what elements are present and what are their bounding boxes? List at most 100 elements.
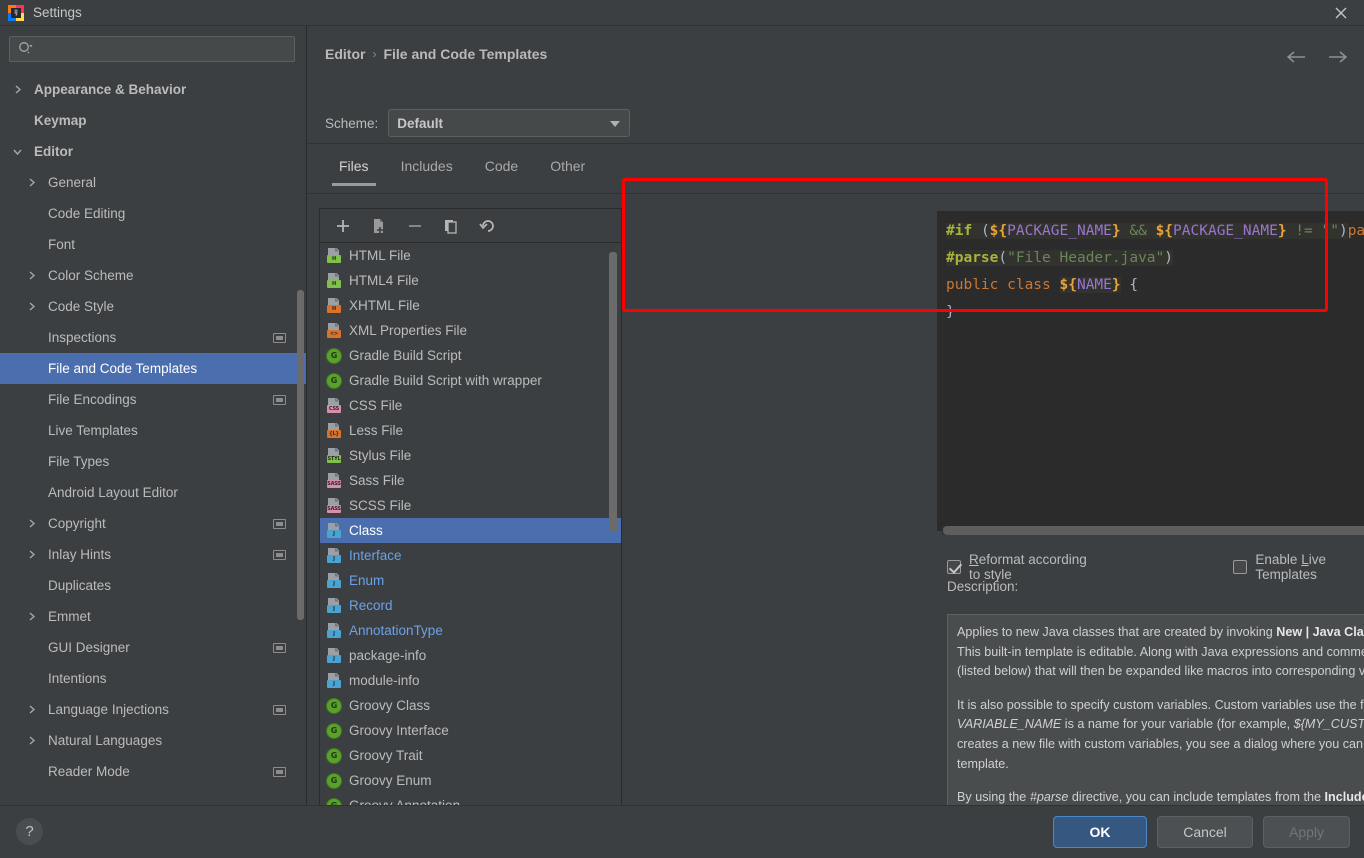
search-input[interactable] — [39, 42, 288, 57]
template-list-item[interactable]: STYLStylus File — [320, 443, 621, 468]
java-file-icon: J — [326, 548, 342, 564]
tab-code[interactable]: Code — [469, 148, 534, 186]
arrow-right-icon[interactable] — [1326, 46, 1350, 68]
editor-hscrollbar-thumb[interactable] — [943, 526, 1364, 535]
sidebar-item-appearance-behavior[interactable]: Appearance & Behavior — [0, 74, 306, 105]
sidebar-item-intentions[interactable]: Intentions — [0, 663, 306, 694]
sidebar-item-duplicates[interactable]: Duplicates — [0, 570, 306, 601]
sidebar-item-emmet[interactable]: Emmet — [0, 601, 306, 632]
breadcrumb-root[interactable]: Editor — [325, 46, 365, 62]
sidebar-item-inlay-hints[interactable]: Inlay Hints — [0, 539, 306, 570]
sidebar-item-live-templates[interactable]: Live Templates — [0, 415, 306, 446]
template-list[interactable]: HHTML FileHHTML4 FileHXHTML File<>XML Pr… — [319, 242, 622, 828]
sidebar-item-file-types[interactable]: File Types — [0, 446, 306, 477]
template-list-item[interactable]: JClass — [320, 518, 621, 543]
copy-template-icon[interactable] — [368, 215, 390, 237]
live-templates-checkbox[interactable]: Enable Live Templates — [1233, 552, 1364, 582]
question-mark-icon[interactable]: ? — [16, 818, 43, 845]
tab-other[interactable]: Other — [534, 148, 601, 186]
template-list-item[interactable]: HHTML4 File — [320, 268, 621, 293]
template-list-item[interactable]: JEnum — [320, 568, 621, 593]
template-tabs[interactable]: FilesIncludesCodeOther — [323, 148, 601, 186]
template-list-item[interactable]: GGroovy Trait — [320, 743, 621, 768]
sidebar-item-android-layout-editor[interactable]: Android Layout Editor — [0, 477, 306, 508]
template-list-item[interactable]: HXHTML File — [320, 293, 621, 318]
chevron-right-icon[interactable] — [24, 611, 38, 622]
description-panel[interactable]: Applies to new Java classes that are cre… — [947, 614, 1364, 827]
template-list-item[interactable]: SASSSCSS File — [320, 493, 621, 518]
sidebar-item-font[interactable]: Font — [0, 229, 306, 260]
sidebar-item-language-injections[interactable]: Language Injections — [0, 694, 306, 725]
sidebar-item-inspections[interactable]: Inspections — [0, 322, 306, 353]
sidebar-item-file-and-code-templates[interactable]: File and Code Templates — [0, 353, 306, 384]
template-list-item[interactable]: JInterface — [320, 543, 621, 568]
sidebar-item-reader-mode[interactable]: Reader Mode — [0, 756, 306, 787]
template-list-item-label: AnnotationType — [349, 623, 443, 638]
chevron-right-icon[interactable] — [24, 549, 38, 560]
cancel-button[interactable]: Cancel — [1157, 816, 1253, 848]
settings-content: Editor › File and Code Templates Scheme:… — [307, 26, 1364, 805]
plus-icon[interactable] — [332, 215, 354, 237]
sidebar-item-label: General — [48, 175, 96, 190]
settings-tree[interactable]: Appearance & Behavior KeymapEditor General… — [0, 74, 306, 804]
sidebar-item-natural-languages[interactable]: Natural Languages — [0, 725, 306, 756]
template-list-item[interactable]: JAnnotationType — [320, 618, 621, 643]
tab-files[interactable]: Files — [323, 148, 385, 186]
search-box[interactable] — [9, 36, 295, 62]
sidebar-item-general[interactable]: General — [0, 167, 306, 198]
sidebar-item-copyright[interactable]: Copyright — [0, 508, 306, 539]
duplicate-icon[interactable] — [440, 215, 462, 237]
template-list-item[interactable]: GGradle Build Script — [320, 343, 621, 368]
template-list-item[interactable]: SASSSass File — [320, 468, 621, 493]
template-list-item[interactable]: JRecord — [320, 593, 621, 618]
chevron-right-icon[interactable] — [24, 518, 38, 529]
sidebar-item-color-scheme[interactable]: Color Scheme — [0, 260, 306, 291]
sidebar-item-keymap[interactable]: Keymap — [0, 105, 306, 136]
sidebar-item-label: Appearance & Behavior — [34, 82, 186, 97]
reset-icon[interactable] — [476, 215, 498, 237]
template-list-item[interactable]: CSSCSS File — [320, 393, 621, 418]
template-list-item[interactable]: GGradle Build Script with wrapper — [320, 368, 621, 393]
groovy-icon: G — [326, 373, 342, 389]
reformat-checkbox[interactable]: Reformat according to style — [947, 552, 1101, 582]
chevron-right-icon[interactable] — [24, 704, 38, 715]
scheme-select[interactable]: Default — [388, 109, 630, 137]
sidebar-item-editor[interactable]: Editor — [0, 136, 306, 167]
template-editor[interactable]: #if (${PACKAGE_NAME} && ${PACKAGE_NAME} … — [937, 211, 1364, 531]
template-list-item[interactable]: {L} Less File — [320, 418, 621, 443]
chevron-right-icon[interactable] — [10, 84, 24, 95]
template-list-item[interactable]: GGroovy Interface — [320, 718, 621, 743]
java-file-icon: J — [326, 673, 342, 689]
settings-sync-badge-icon — [273, 767, 286, 777]
chevron-right-icon[interactable] — [24, 270, 38, 281]
template-list-item[interactable]: GGroovy Enum — [320, 768, 621, 793]
template-list-item[interactable]: Jpackage-info — [320, 643, 621, 668]
sidebar-item-code-style[interactable]: Code Style — [0, 291, 306, 322]
sidebar-item-label: Color Scheme — [48, 268, 134, 283]
sidebar-item-file-encodings[interactable]: File Encodings — [0, 384, 306, 415]
template-list-item[interactable]: HHTML File — [320, 243, 621, 268]
chevron-right-icon[interactable] — [24, 177, 38, 188]
template-list-item[interactable]: <>XML Properties File — [320, 318, 621, 343]
template-list-item[interactable]: GGroovy Class — [320, 693, 621, 718]
search-area — [0, 26, 306, 62]
close-icon[interactable] — [1318, 0, 1364, 26]
template-editor-code[interactable]: #if (${PACKAGE_NAME} && ${PACKAGE_NAME} … — [938, 212, 1364, 326]
ok-button[interactable]: OK — [1053, 816, 1147, 848]
minus-icon[interactable] — [404, 215, 426, 237]
arrow-left-icon[interactable] — [1284, 46, 1308, 68]
sidebar-item-code-editing[interactable]: Code Editing — [0, 198, 306, 229]
template-list-item-label: package-info — [349, 648, 426, 663]
chevron-right-icon[interactable] — [24, 735, 38, 746]
apply-button[interactable]: Apply — [1263, 816, 1350, 848]
template-list-scrollbar-thumb[interactable] — [609, 252, 617, 532]
sidebar-item-label: File and Code Templates — [48, 361, 197, 376]
less-file-icon: {L} — [326, 423, 342, 439]
chevron-right-icon[interactable] — [24, 301, 38, 312]
sidebar-scrollbar-thumb[interactable] — [297, 290, 304, 620]
chevron-down-icon[interactable] — [10, 146, 24, 157]
template-list-item[interactable]: Jmodule-info — [320, 668, 621, 693]
template-list-item-label: Less File — [349, 423, 403, 438]
sidebar-item-gui-designer[interactable]: GUI Designer — [0, 632, 306, 663]
tab-includes[interactable]: Includes — [385, 148, 469, 186]
